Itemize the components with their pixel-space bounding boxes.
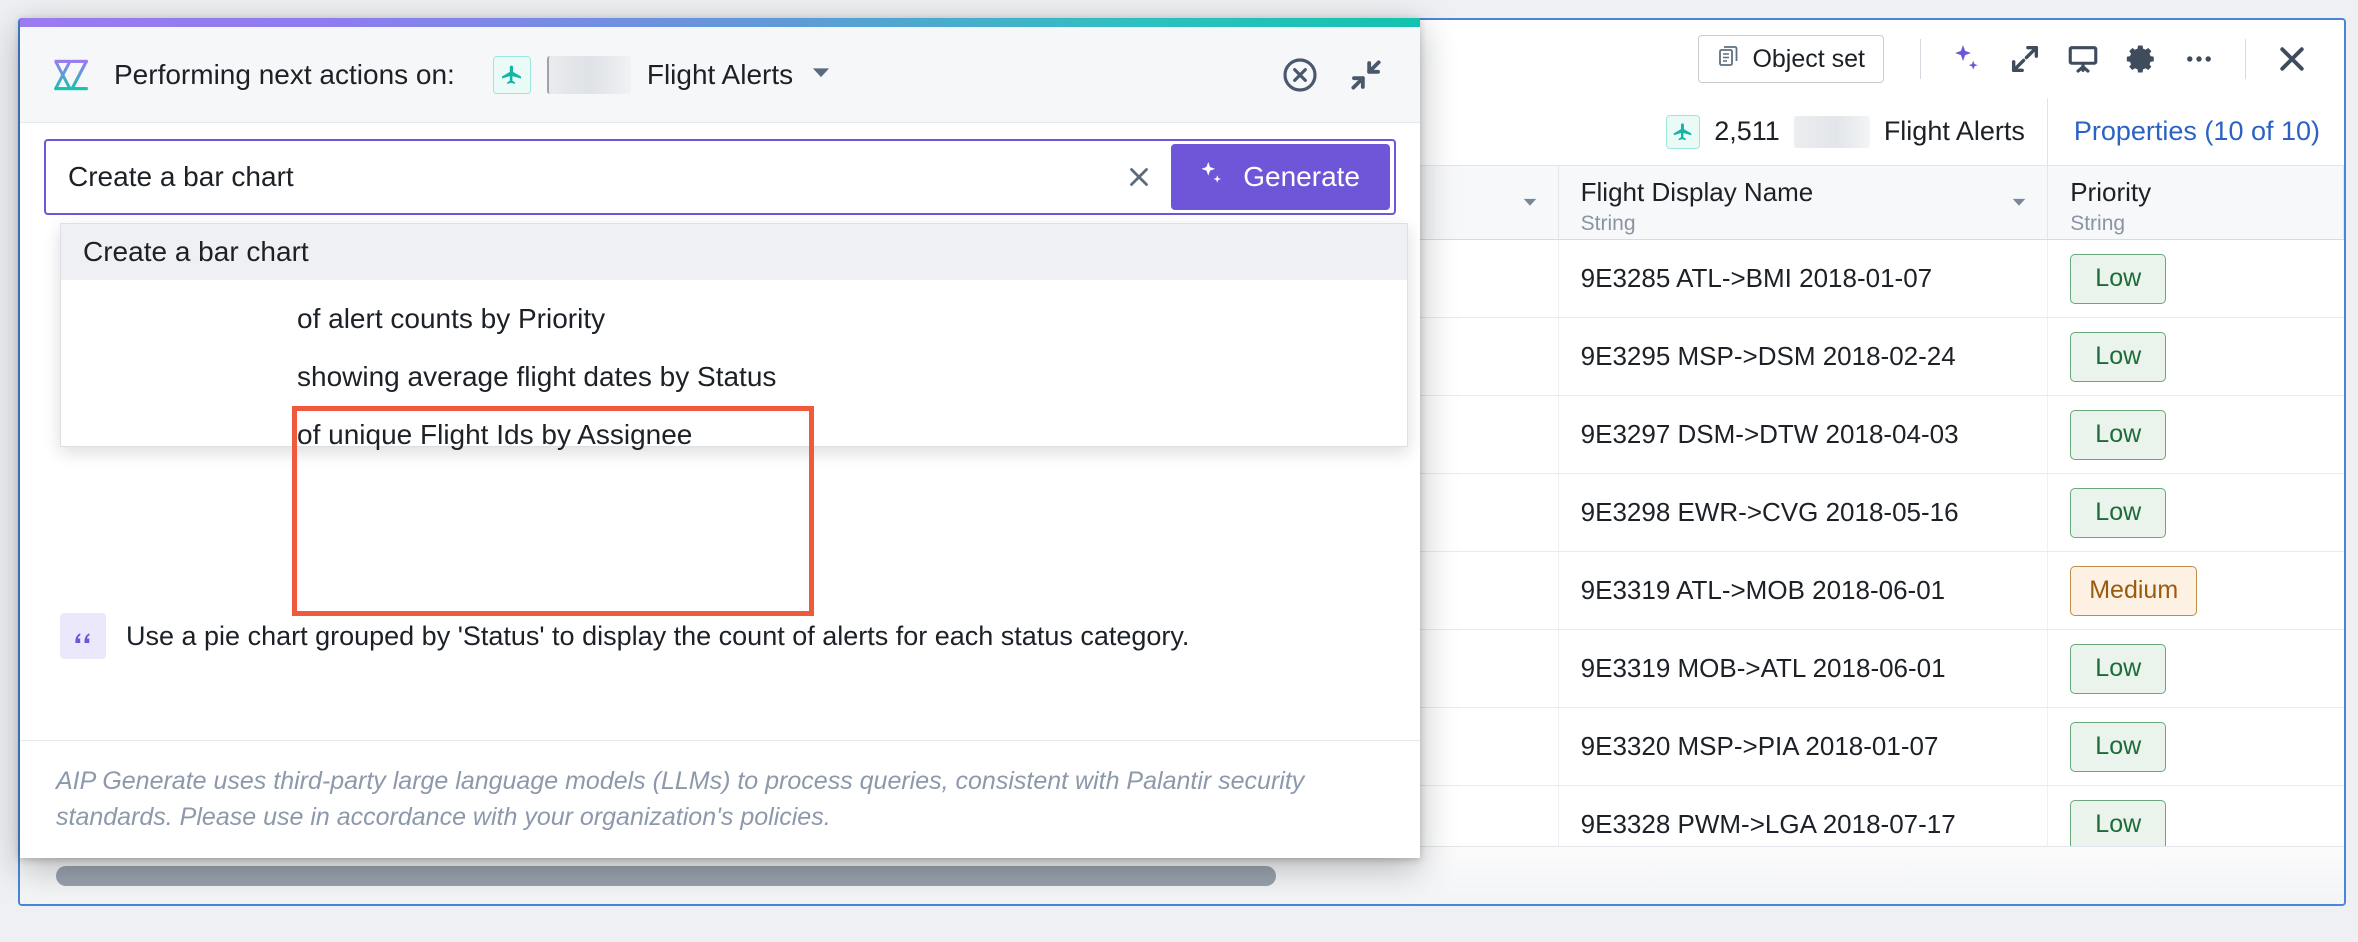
generate-button[interactable]: Generate: [1171, 144, 1390, 210]
suggestion-item[interactable]: of unique Flight Ids by Assignee: [297, 406, 1407, 464]
column-type: String: [1580, 211, 1636, 235]
cell-flight-display-name: 9E3295 MSP->DSM 2018-02-24: [1559, 318, 2049, 395]
screen-root: Object set 2,511 Flight Alerts Propertie…: [0, 0, 2358, 942]
presentation-icon[interactable]: [2057, 33, 2109, 85]
redacted-block: [1793, 115, 1870, 148]
column-title: Priority: [2070, 177, 2152, 208]
suggestion-header[interactable]: Create a bar chart: [61, 224, 1407, 280]
column-type: String: [2070, 211, 2126, 235]
chevron-down-icon[interactable]: [809, 60, 833, 89]
object-set-label: Object set: [1752, 44, 1865, 73]
modal-title: Performing next actions on:: [114, 58, 455, 90]
redacted-block: [546, 55, 631, 94]
cell-priority: Low: [2048, 318, 2344, 395]
suggestions-panel: Create a bar chart of alert counts by Pr…: [60, 223, 1408, 450]
modal-body: Create a bar chart Generate Create a bar…: [20, 123, 1420, 740]
status-badge: Low: [2070, 487, 2167, 538]
cell-flight-display-name: 9E3320 MSP->PIA 2018-01-07: [1559, 708, 2049, 785]
object-count-group[interactable]: 2,511 Flight Alerts: [1666, 98, 2048, 165]
gear-icon[interactable]: [2115, 33, 2167, 85]
status-badge: Medium: [2070, 565, 2198, 616]
cell-priority: Low: [2048, 630, 2344, 707]
cell-priority: Low: [2048, 708, 2344, 785]
example-hint-row: Use a pie chart grouped by 'Status' to d…: [60, 613, 1189, 659]
status-badge: Low: [2070, 643, 2167, 694]
column-title: Flight Display Name: [1580, 177, 1814, 208]
object-type-name: Flight Alerts: [1883, 116, 2025, 146]
status-badge: Low: [2070, 253, 2167, 304]
generate-label: Generate: [1243, 161, 1360, 192]
disclaimer-text: AIP Generate uses third-party large lang…: [56, 767, 1305, 832]
sparkle-icon: [1197, 159, 1227, 196]
cell-priority: Low: [2048, 474, 2344, 551]
expand-icon[interactable]: [1999, 33, 2051, 85]
collapse-arrows-icon[interactable]: [1338, 47, 1394, 103]
cell-flight-display-name: 9E3285 ATL->BMI 2018-01-07: [1559, 240, 2049, 317]
cell-priority: Medium: [2048, 552, 2344, 629]
object-type-selector[interactable]: Flight Alerts: [492, 55, 833, 94]
table-column-header-priority[interactable]: Priority String: [2048, 166, 2344, 239]
status-badge: Low: [2070, 331, 2167, 382]
suggestion-item[interactable]: showing average flight dates by Status: [297, 348, 1407, 406]
close-icon[interactable]: [2266, 33, 2318, 85]
status-badge: Low: [2070, 799, 2167, 850]
more-options-icon[interactable]: [2173, 33, 2225, 85]
modal-footer: AIP Generate uses third-party large lang…: [20, 740, 1420, 858]
duplicate-icon: [1717, 44, 1741, 75]
table-column-header-flight-display-name[interactable]: Flight Display Name String: [1559, 166, 2049, 239]
aip-hourglass-icon: [50, 54, 92, 96]
quote-icon: [60, 613, 106, 659]
caret-down-icon[interactable]: [1520, 192, 1540, 217]
prompt-input-row[interactable]: Create a bar chart Generate: [44, 139, 1396, 215]
prompt-input[interactable]: Create a bar chart: [46, 161, 1113, 193]
object-count: 2,511: [1714, 116, 1780, 146]
cell-flight-display-name: 9E3297 DSM->DTW 2018-04-03: [1559, 396, 2049, 473]
sparkle-icon[interactable]: [1941, 33, 1993, 85]
caret-down-icon[interactable]: [2009, 192, 2029, 217]
object-set-button[interactable]: Object set: [1698, 35, 1884, 83]
cell-flight-display-name: 9E3319 ATL->MOB 2018-06-01: [1559, 552, 2049, 629]
aip-generate-modal: Performing next actions on: Flight Alert…: [20, 18, 1420, 858]
cell-flight-display-name: 9E3298 EWR->CVG 2018-05-16: [1559, 474, 2049, 551]
cell-priority: Low: [2048, 240, 2344, 317]
object-type-name: Flight Alerts: [646, 58, 794, 90]
status-badge: Low: [2070, 409, 2167, 460]
modal-accent-bar: [20, 18, 1420, 27]
suggestion-list: of alert counts by Priority showing aver…: [61, 280, 1407, 464]
scrollbar-thumb[interactable]: [56, 865, 1276, 886]
cell-flight-display-name: 9E3319 MOB->ATL 2018-06-01: [1559, 630, 2049, 707]
status-badge: Low: [2070, 721, 2167, 772]
properties-link[interactable]: Properties (10 of 10): [2048, 116, 2344, 147]
suggestion-item[interactable]: of alert counts by Priority: [297, 290, 1407, 348]
close-x-icon[interactable]: [1113, 151, 1165, 203]
airplane-icon: [492, 55, 531, 94]
example-hint-text: Use a pie chart grouped by 'Status' to d…: [126, 620, 1190, 651]
toolbar-divider-2: [2245, 39, 2246, 79]
cell-priority: Low: [2048, 396, 2344, 473]
airplane-icon: [1666, 114, 1701, 149]
toolbar-divider-1: [1920, 39, 1921, 79]
circle-x-icon[interactable]: [1272, 47, 1328, 103]
modal-header: Performing next actions on: Flight Alert…: [20, 27, 1420, 123]
